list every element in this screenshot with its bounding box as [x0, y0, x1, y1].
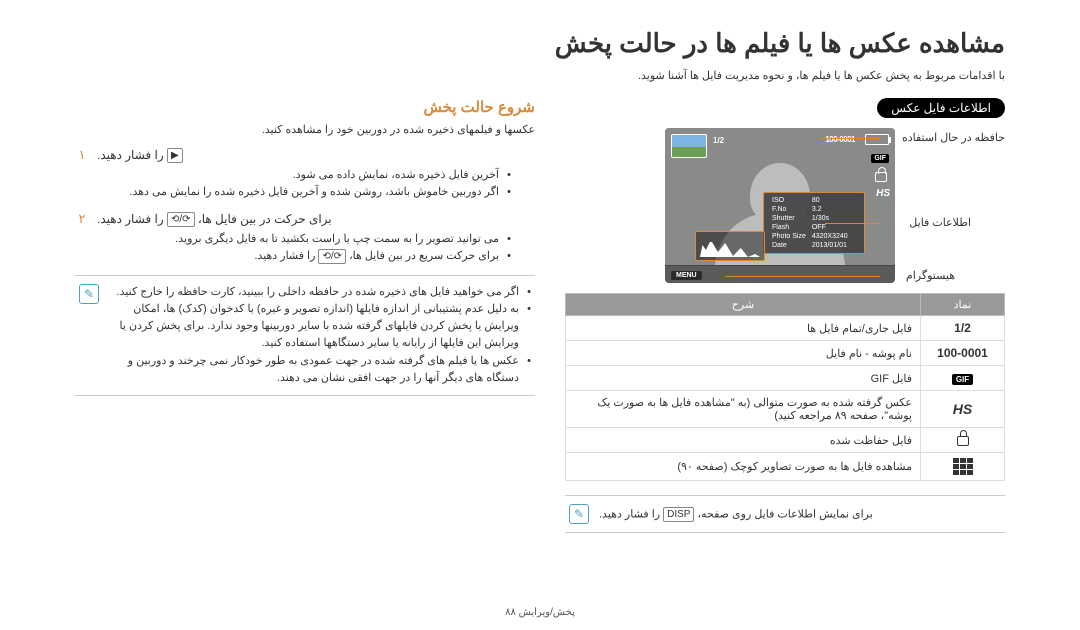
hs-icon: HS	[876, 188, 890, 199]
table-row: فایل حفاظت شده	[566, 428, 1005, 453]
table-row: GIF فایل GIF	[566, 366, 1005, 391]
note-icon: ✎	[79, 284, 99, 304]
play-key-icon: ▶	[167, 148, 183, 163]
step-1-bullet: اگر دوربین خاموش باشد، روشن شده و آخرین …	[75, 184, 511, 201]
step-2-text-suf: را فشار دهید.	[97, 212, 167, 226]
primary-column: شروع حالت پخش عکسها و فیلمهای ذخیره شده …	[75, 98, 535, 533]
folder-number: 100-0001	[825, 135, 855, 144]
table-header-symbol: نماد	[921, 294, 1005, 316]
section-intro: عکسها و فیلمهای ذخیره شده در دوربین خود …	[75, 122, 535, 139]
step-2-bullet: می توانید تصویر را به سمت چپ یا راست بکش…	[75, 231, 511, 248]
footnote-suf: را فشار دهید.	[599, 508, 663, 520]
intro-text: با اقدامات مربوط به پخش عکس ها یا فیلم ه…	[75, 69, 1005, 82]
table-row: HS عکس گرفته شده به صورت متوالی (به "مشا…	[566, 391, 1005, 428]
menu-bar: MENU	[665, 265, 895, 283]
page-footer: پخش/ویرایش ۸۸	[0, 607, 1080, 618]
lock-icon	[875, 172, 887, 182]
symbol-table: نماد شرح 1/2 فایل جاری/تمام فایل ها 100-…	[565, 293, 1005, 481]
gif-badge-icon: GIF	[952, 374, 973, 385]
table-header-desc: شرح	[566, 294, 921, 316]
table-row: 100-0001 نام پوشه - نام فایل	[566, 341, 1005, 366]
section-title: شروع حالت پخش	[75, 98, 535, 116]
footnote-box: ✎ برای نمایش اطلاعات فایل روی صفحه، DISP…	[565, 495, 1005, 533]
menu-button: MENU	[671, 271, 702, 280]
camera-lcd: 1/2 100-0001 GIF HS ISO80 F.No3.2 Shutte…	[665, 128, 895, 283]
step-1-bullet: آخرین فایل ذخیره شده، نمایش داده می شود.	[75, 167, 511, 184]
battery-icon	[865, 134, 889, 145]
step-1-text: را فشار دهید.	[97, 148, 167, 162]
step-2: ۲ برای حرکت در بین فایل ها، ⟲/⟳ را فشار …	[75, 211, 535, 227]
note-bullet: اگر می خواهید فایل های ذخیره شده در حافظ…	[109, 284, 531, 301]
step-number: ۲	[75, 211, 89, 227]
lock-icon	[957, 436, 969, 446]
thumbnail-icon	[671, 134, 707, 158]
callout-info: اطلاعات فایل	[909, 216, 971, 229]
footnote-pre: برای نمایش اطلاعات فایل روی صفحه،	[694, 508, 872, 520]
hs-icon: HS	[953, 401, 972, 417]
note-bullet: عکس ها یا فیلم های گرفته شده در جهت عمود…	[109, 353, 531, 387]
table-row: مشاهده فایل ها به صورت تصاویر کوچک (صفحه…	[566, 453, 1005, 481]
file-counter: 1/2	[713, 136, 724, 145]
disp-key-icon: DISP	[663, 507, 694, 522]
note-icon: ✎	[569, 504, 589, 524]
step-2-bullet: برای حرکت سریع در بین فایل ها، ⟲/⟳ را فش…	[75, 248, 511, 265]
callout-memory: حافظه در حال استفاده	[902, 131, 1005, 144]
gif-badge-icon: GIF	[871, 154, 889, 163]
info-pill: اطلاعات فایل عکس	[877, 98, 1005, 118]
page-title: مشاهده عکس ها یا فیلم ها در حالت پخش	[75, 28, 1005, 59]
thumbnail-grid-icon	[953, 458, 973, 475]
nav-keys-icon: ⟲/⟳	[167, 212, 195, 227]
lcd-diagram: 1/2 100-0001 GIF HS ISO80 F.No3.2 Shutte…	[625, 128, 895, 283]
callout-histogram: هیستوگرام	[906, 269, 955, 282]
nav-keys-icon: ⟲/⟳	[318, 249, 346, 264]
note-box: ✎ اگر می خواهید فایل های ذخیره شده در حا…	[75, 275, 535, 395]
step-1: ۱ ▶ را فشار دهید.	[75, 147, 535, 163]
step-2-text-pre: برای حرکت در بین فایل ها،	[195, 212, 332, 226]
note-bullet: به دلیل عدم پشتیبانی از اندازه فایلها (ا…	[109, 301, 531, 352]
table-row: 1/2 فایل جاری/تمام فایل ها	[566, 316, 1005, 341]
secondary-column: اطلاعات فایل عکس 1/2 100-0001 GIF HS ISO…	[565, 98, 1005, 533]
histogram-icon	[695, 231, 765, 261]
step-number: ۱	[75, 147, 89, 163]
